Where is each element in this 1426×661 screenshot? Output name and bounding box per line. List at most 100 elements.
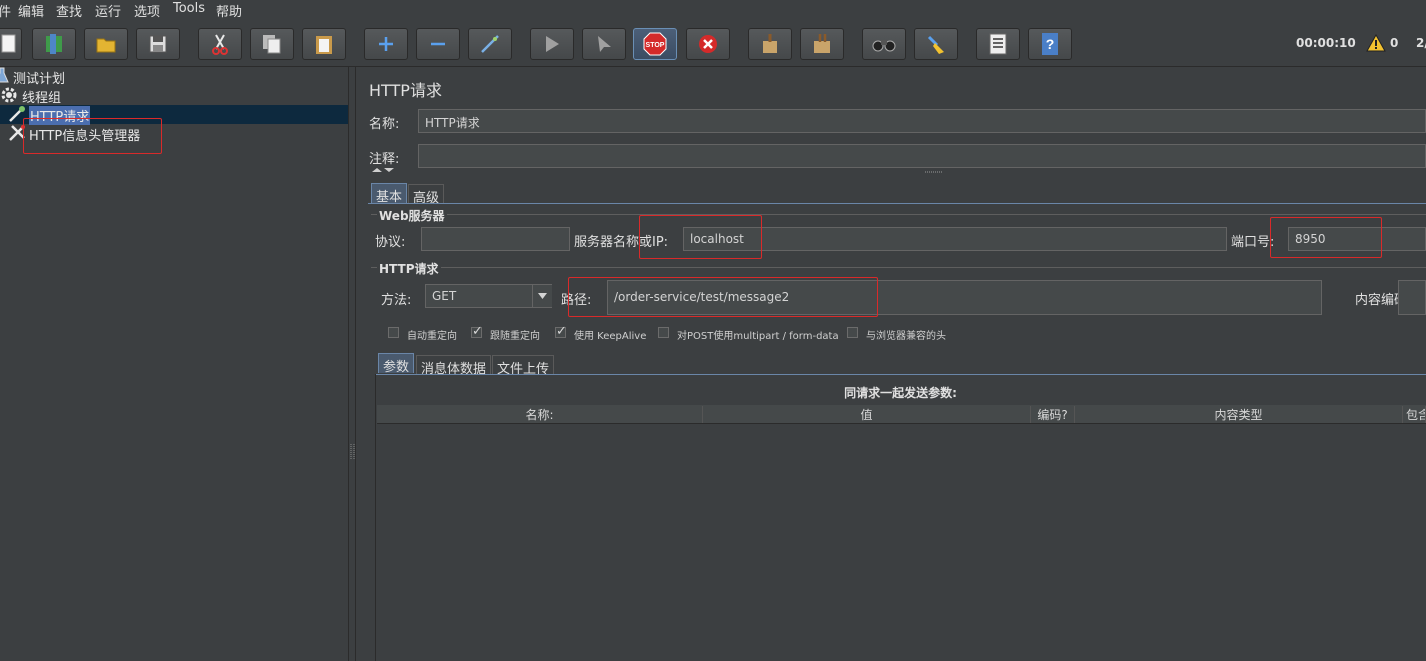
reset-search-button[interactable]: [914, 28, 958, 60]
menu-run[interactable]: 运行: [95, 1, 121, 20]
checkmark-icon: ✓: [556, 324, 567, 339]
tab-basic[interactable]: 基本: [371, 183, 408, 205]
menu-edit[interactable]: 编辑: [18, 1, 44, 20]
http-request-group-title: HTTP请求: [377, 260, 441, 277]
checkbox-follow-redirect-label: 跟随重定向: [490, 331, 540, 342]
http-request-group-border: [371, 267, 1426, 268]
paste-button[interactable]: [302, 28, 346, 60]
annotation-box-path: [568, 277, 878, 317]
protocol-field[interactable]: [421, 227, 570, 251]
tab-body-data[interactable]: 消息体数据: [416, 355, 492, 377]
web-server-group-border: [371, 214, 1426, 215]
binoculars-icon: [872, 40, 896, 52]
svg-text:STOP: STOP: [646, 42, 665, 49]
play-icon: [546, 36, 559, 52]
grip-icon: [350, 444, 355, 460]
server-field[interactable]: localhost: [683, 227, 1227, 251]
stop-button[interactable]: STOP: [633, 28, 677, 60]
save-button[interactable]: [136, 28, 180, 60]
cut-button[interactable]: [198, 28, 242, 60]
method-label: 方法:: [381, 293, 412, 308]
menu-file[interactable]: 件: [0, 1, 11, 20]
list-icon: [989, 33, 1007, 55]
broom-clear-all-icon: [814, 34, 830, 53]
flask-icon: [0, 67, 9, 83]
comment-label: 注释:: [369, 152, 400, 167]
plus-icon: [379, 37, 393, 51]
scissors-icon: [212, 34, 228, 55]
column-header-value[interactable]: 值: [703, 406, 1031, 423]
close-circle-icon: [699, 35, 717, 53]
play-no-timer-icon: [598, 36, 611, 52]
templates-button[interactable]: [32, 28, 76, 60]
clear-button[interactable]: [748, 28, 792, 60]
templates-icon: [46, 34, 62, 54]
checkbox-keepalive[interactable]: ✓: [555, 324, 567, 339]
warning-count: 0: [1390, 36, 1399, 50]
checkbox-auto-redirect-label: 自动重定向: [407, 331, 457, 342]
menu-options[interactable]: 选项: [134, 1, 160, 20]
name-label: 名称:: [369, 117, 400, 132]
tab-file-upload[interactable]: 文件上传: [492, 355, 555, 377]
paste-icon: [316, 36, 332, 54]
toolbar: STOP ? 00:00:10 0 2/: [0, 20, 1426, 67]
stop-sign-icon: STOP: [643, 32, 667, 56]
port-label: 端口号:: [1231, 235, 1275, 250]
column-header-name[interactable]: 名称:: [377, 406, 703, 423]
splitter-handle[interactable]: [348, 67, 356, 661]
new-button[interactable]: [0, 28, 22, 60]
annotation-box-port: [1270, 217, 1382, 258]
column-header-content-type[interactable]: 内容类型: [1075, 406, 1403, 423]
broom-clear-icon: [763, 34, 777, 53]
start-button[interactable]: [530, 28, 574, 60]
params-table-body[interactable]: [377, 424, 1426, 661]
start-no-pause-button[interactable]: [582, 28, 626, 60]
folder-open-icon: [96, 38, 116, 53]
checkbox-follow-redirect[interactable]: ✓: [471, 324, 483, 339]
column-header-include[interactable]: 包含: [1403, 406, 1426, 423]
svg-text:?: ?: [1046, 36, 1055, 52]
expand-button[interactable]: [364, 28, 408, 60]
toggle-button[interactable]: [468, 28, 512, 60]
menu-search[interactable]: 查找: [56, 1, 82, 20]
checkbox-browser-headers[interactable]: [847, 327, 858, 338]
checkbox-multipart[interactable]: [658, 327, 669, 338]
name-field[interactable]: HTTP请求: [418, 109, 1426, 133]
web-server-group-title: Web服务器: [377, 207, 447, 224]
gear-icon: [1, 87, 17, 103]
warning-icon[interactable]: [1366, 34, 1386, 52]
search-button[interactable]: [862, 28, 906, 60]
minus-icon: [431, 42, 445, 46]
shutdown-button[interactable]: [686, 28, 730, 60]
method-dropdown-button[interactable]: [532, 285, 552, 307]
checkmark-icon: ✓: [472, 324, 483, 339]
copy-button[interactable]: [250, 28, 294, 60]
collapse-button[interactable]: [416, 28, 460, 60]
menu-bar: 件 编辑 查找 运行 选项 Tools 帮助: [0, 0, 1426, 20]
tab-advanced[interactable]: 高级: [408, 184, 445, 206]
broom-icon: [927, 35, 944, 54]
function-helper-button[interactable]: [976, 28, 1020, 60]
checkbox-keepalive-label: 使用 KeepAlive: [574, 331, 647, 342]
elapsed-timer: 00:00:10: [1296, 36, 1356, 50]
clear-all-button[interactable]: [800, 28, 844, 60]
panel-title: HTTP请求: [369, 81, 442, 100]
open-button[interactable]: [84, 28, 128, 60]
copy-icon: [263, 35, 281, 54]
checkbox-multipart-label: 对POST使用multipart / form-data: [677, 331, 839, 342]
comment-field[interactable]: [418, 144, 1426, 168]
tree-item-thread-group[interactable]: 线程组: [0, 86, 200, 106]
checkbox-auto-redirect[interactable]: [388, 327, 399, 338]
tree-item-test-plan[interactable]: 测试计划: [0, 67, 200, 87]
annotation-box-server: [639, 215, 762, 259]
collapse-arrows-icon[interactable]: [371, 167, 397, 177]
encoding-field[interactable]: [1398, 280, 1426, 315]
toggle-wand-icon: [481, 35, 499, 53]
help-button[interactable]: ?: [1028, 28, 1072, 60]
column-header-encode[interactable]: 编码?: [1031, 406, 1075, 423]
tab-parameters[interactable]: 参数: [378, 353, 415, 375]
thread-count: 2/: [1416, 36, 1426, 50]
menu-help[interactable]: 帮助: [216, 1, 242, 20]
resize-grip-icon[interactable]: [924, 170, 944, 175]
menu-tools[interactable]: Tools: [173, 1, 205, 16]
